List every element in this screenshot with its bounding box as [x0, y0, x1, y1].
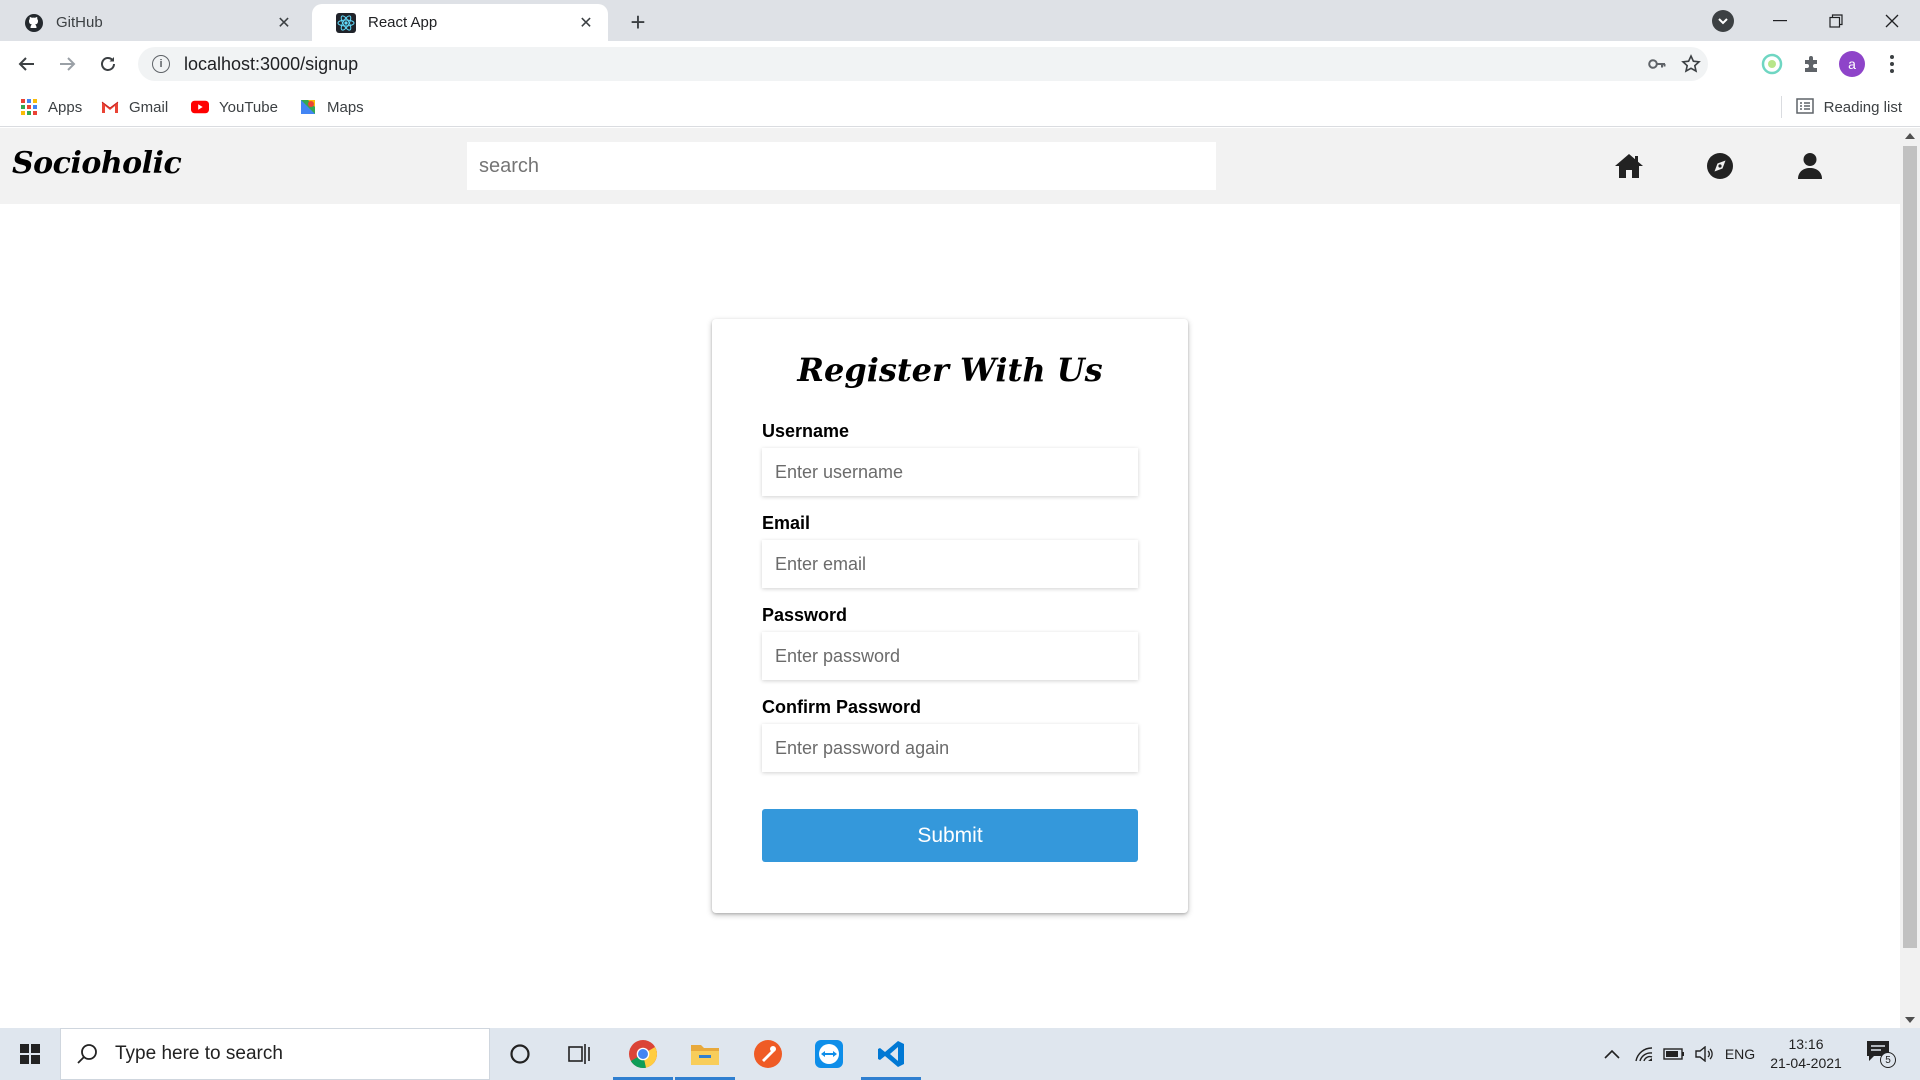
- bookmark-youtube[interactable]: YouTube: [191, 95, 278, 119]
- notifications-icon[interactable]: 5: [1866, 1040, 1896, 1068]
- password-input[interactable]: [762, 632, 1138, 680]
- teamviewer-icon[interactable]: [799, 1028, 859, 1080]
- search-input[interactable]: [467, 142, 1216, 190]
- profile-initial: a: [1839, 51, 1865, 77]
- taskbar-search-placeholder: Type here to search: [115, 1043, 283, 1064]
- address-bar[interactable]: i localhost:3000/signup: [138, 47, 1708, 81]
- confirm-password-input[interactable]: [762, 724, 1138, 772]
- kebab-menu-icon[interactable]: [1878, 50, 1906, 78]
- username-label: Username: [762, 421, 850, 441]
- back-arrow-icon[interactable]: [13, 50, 41, 78]
- windows-taskbar: Type here to search ENG 13:16 21-04-2021…: [0, 1028, 1920, 1080]
- email-label: Email: [762, 513, 811, 533]
- brand-logo[interactable]: Socioholic: [12, 146, 182, 181]
- scroll-up-icon[interactable]: [1905, 133, 1915, 139]
- bookmark-label: Apps: [48, 98, 83, 116]
- key-icon[interactable]: [1640, 47, 1674, 81]
- password-label: Password: [762, 605, 848, 625]
- chrome-taskbar-icon[interactable]: [613, 1028, 673, 1080]
- youtube-icon: [191, 98, 209, 116]
- puzzle-icon[interactable]: [1798, 50, 1826, 78]
- bookmark-star-icon[interactable]: [1674, 47, 1708, 81]
- notification-count: 5: [1880, 1052, 1896, 1068]
- app-navbar: Socioholic: [0, 128, 1900, 204]
- close-icon[interactable]: ✕: [576, 13, 596, 33]
- tab-github[interactable]: GitHub ✕: [0, 4, 306, 41]
- file-explorer-icon[interactable]: [675, 1028, 735, 1080]
- vscode-icon[interactable]: [861, 1028, 921, 1080]
- extension-icon[interactable]: [1758, 50, 1786, 78]
- reading-list-icon: [1795, 98, 1814, 116]
- taskbar-search-box[interactable]: Type here to search: [60, 1028, 490, 1080]
- new-tab-button[interactable]: +: [624, 8, 652, 36]
- wifi-icon[interactable]: [1630, 1028, 1658, 1080]
- windows-start-icon[interactable]: [0, 1028, 60, 1080]
- profile-avatar[interactable]: a: [1838, 50, 1866, 78]
- bookmark-apps[interactable]: Apps: [20, 95, 82, 119]
- bookmark-label: Maps: [327, 98, 364, 116]
- volume-icon[interactable]: [1690, 1028, 1718, 1080]
- tab-title: GitHub: [56, 14, 103, 31]
- scrollbar-thumb[interactable]: [1903, 146, 1917, 948]
- window-controls: [1752, 0, 1920, 41]
- restore-icon[interactable]: [1808, 0, 1864, 41]
- browser-toolbar: i localhost:3000/signup a: [0, 41, 1920, 87]
- signup-card: Register With Us Username Email Password…: [712, 319, 1188, 913]
- clock-time: 13:16: [1788, 1036, 1824, 1052]
- email-input[interactable]: [762, 540, 1138, 588]
- react-icon: [336, 12, 356, 33]
- system-clock[interactable]: 13:16 21-04-2021: [1762, 1035, 1850, 1073]
- page-scrollbar[interactable]: [1900, 128, 1920, 1028]
- divider: [1780, 96, 1782, 118]
- minimize-icon[interactable]: [1752, 0, 1808, 41]
- forward-arrow-icon[interactable]: [53, 50, 81, 78]
- cortana-icon[interactable]: [490, 1028, 550, 1080]
- gmail-icon: [101, 98, 119, 116]
- confirm-password-label: Confirm Password: [762, 697, 922, 717]
- chevron-up-icon[interactable]: [1598, 1028, 1626, 1080]
- browser-tab-strip: GitHub ✕ React App ✕ +: [0, 0, 1920, 41]
- reading-list-label: Reading list: [1823, 98, 1902, 116]
- form-title: Register With Us: [797, 351, 1103, 389]
- task-view-icon[interactable]: [550, 1028, 610, 1080]
- username-input[interactable]: [762, 448, 1138, 496]
- bookmark-label: YouTube: [219, 98, 278, 116]
- input-language[interactable]: ENG: [1722, 1028, 1758, 1080]
- bookmark-gmail[interactable]: Gmail: [101, 95, 168, 119]
- tab-search-icon[interactable]: [1712, 10, 1734, 32]
- reading-list-button[interactable]: Reading list: [1780, 95, 1902, 119]
- postman-icon[interactable]: [738, 1028, 798, 1080]
- submit-button[interactable]: Submit: [762, 809, 1138, 862]
- url-text: localhost:3000/signup: [184, 53, 359, 74]
- user-icon[interactable]: [1794, 150, 1826, 182]
- github-icon: [24, 13, 44, 33]
- site-info-icon[interactable]: i: [152, 55, 170, 73]
- maps-icon: [299, 98, 317, 116]
- tab-title: React App: [368, 14, 438, 31]
- scroll-down-icon[interactable]: [1905, 1017, 1915, 1023]
- battery-icon[interactable]: [1660, 1028, 1688, 1080]
- reload-icon[interactable]: [94, 50, 122, 78]
- tab-react-app[interactable]: React App ✕: [312, 4, 608, 41]
- home-icon[interactable]: [1613, 150, 1645, 182]
- apps-grid-icon: [20, 98, 38, 116]
- window-close-icon[interactable]: [1864, 0, 1920, 41]
- compass-icon[interactable]: [1704, 150, 1736, 182]
- bookmarks-bar: Apps Gmail YouTube Maps Reading list: [0, 87, 1920, 127]
- bookmark-maps[interactable]: Maps: [299, 95, 364, 119]
- close-icon[interactable]: ✕: [274, 13, 294, 33]
- bookmark-label: Gmail: [129, 98, 169, 116]
- clock-date: 21-04-2021: [1770, 1055, 1842, 1071]
- page-viewport: Socioholic Register With Us Username Ema…: [0, 128, 1900, 1028]
- search-icon: [75, 1042, 99, 1066]
